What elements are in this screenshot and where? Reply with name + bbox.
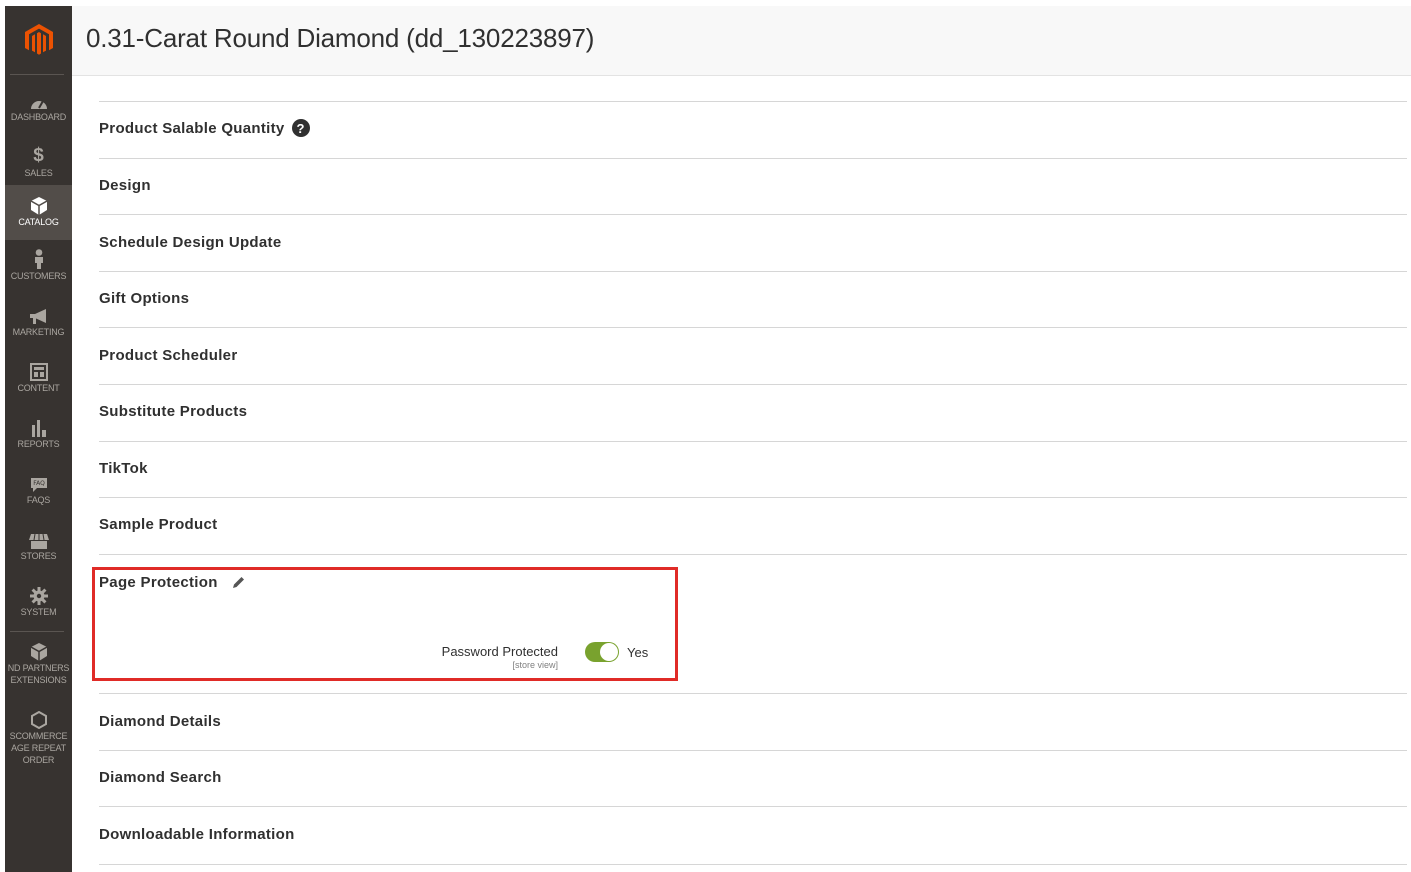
- gear-icon: [29, 585, 48, 605]
- help-icon[interactable]: ?: [291, 119, 310, 137]
- sidebar-item-catalog[interactable]: CATALOG: [5, 185, 72, 240]
- section-product-salable-quantity[interactable]: Product Salable Quantity ?: [99, 119, 310, 137]
- sidebar-item-repeat-order[interactable]: SCOMMERCE AGE REPEAT ORDER: [5, 702, 72, 772]
- sidebar-divider: [10, 631, 64, 632]
- highlight-annotation: [92, 567, 678, 681]
- sidebar-item-system[interactable]: SYSTEM: [5, 578, 72, 630]
- dashboard-icon: [30, 90, 48, 110]
- sidebar-item-label: MARKETING: [12, 327, 65, 337]
- sidebar-item-faqs[interactable]: FAQ FAQS: [5, 466, 72, 518]
- person-icon: [33, 249, 45, 269]
- sidebar-item-label: FAQS: [26, 495, 51, 505]
- section-divider: [99, 554, 1407, 555]
- section-divider: [99, 441, 1407, 442]
- section-divider: [99, 384, 1407, 385]
- sidebar-item-partners-extensions[interactable]: ND PARTNERS EXTENSIONS: [5, 634, 72, 694]
- section-product-scheduler[interactable]: Product Scheduler: [99, 347, 237, 364]
- sidebar-item-label: REPORTS: [17, 439, 60, 449]
- sidebar-item-label: CATALOG: [18, 217, 59, 227]
- section-divider: [99, 806, 1407, 807]
- faq-icon: FAQ: [30, 473, 48, 493]
- sidebar-item-marketing[interactable]: MARKETING: [5, 298, 72, 350]
- section-divider: [99, 864, 1407, 865]
- magento-logo-icon[interactable]: [5, 6, 72, 74]
- svg-text:FAQ: FAQ: [33, 480, 45, 487]
- section-title-label: Product Salable Quantity: [99, 119, 285, 137]
- sidebar-divider: [10, 74, 64, 75]
- sidebar-item-stores[interactable]: STORES: [5, 522, 72, 574]
- section-divider: [99, 271, 1407, 272]
- box-icon: [30, 641, 47, 661]
- section-sample-product[interactable]: Sample Product: [99, 516, 217, 533]
- sidebar-item-label: DASHBOARD: [10, 112, 67, 122]
- section-divider: [99, 158, 1407, 159]
- section-divider: [99, 214, 1407, 215]
- section-design[interactable]: Design: [99, 177, 151, 194]
- store-icon: [28, 529, 49, 549]
- sidebar-item-label: ND PARTNERS EXTENSIONS: [7, 663, 70, 685]
- section-substitute-products[interactable]: Substitute Products: [99, 403, 247, 420]
- section-schedule-design-update[interactable]: Schedule Design Update: [99, 234, 281, 251]
- section-diamond-search[interactable]: Diamond Search: [99, 769, 222, 786]
- sidebar-item-label: SYSTEM: [20, 607, 57, 617]
- section-divider: [99, 101, 1407, 102]
- section-diamond-details[interactable]: Diamond Details: [99, 713, 221, 730]
- sidebar-item-label: CONTENT: [17, 383, 60, 393]
- megaphone-icon: [29, 305, 49, 325]
- sidebar-item-label: CUSTOMERS: [10, 271, 67, 281]
- section-divider: [99, 497, 1407, 498]
- section-tiktok[interactable]: TikTok: [99, 460, 148, 477]
- dollar-icon: $: [33, 145, 44, 166]
- cube-icon: [30, 195, 47, 215]
- product-form-sections: Product in Websites Product Salable Quan…: [99, 0, 1411, 872]
- sidebar-item-sales[interactable]: $ SALES: [5, 139, 72, 189]
- page-title: 0.31-Carat Round Diamond (dd_130223897): [86, 23, 595, 53]
- admin-sidebar: DASHBOARD $ SALES CATALOG CUSTOMERS MARK…: [5, 6, 72, 872]
- sidebar-item-label: STORES: [20, 551, 57, 561]
- product-edit-page: DASHBOARD $ SALES CATALOG CUSTOMERS MARK…: [0, 0, 1411, 872]
- hexagon-icon: [30, 709, 47, 729]
- bar-chart-icon: [30, 417, 48, 437]
- section-gift-options[interactable]: Gift Options: [99, 290, 189, 307]
- page-header: 0.31-Carat Round Diamond (dd_130223897): [72, 6, 1411, 76]
- layout-icon: [29, 361, 48, 381]
- sidebar-item-label: SCOMMERCE AGE REPEAT ORDER: [9, 731, 68, 765]
- sidebar-item-dashboard[interactable]: DASHBOARD: [5, 83, 72, 133]
- section-downloadable-information[interactable]: Downloadable Information: [99, 826, 295, 843]
- sidebar-item-label: SALES: [24, 168, 53, 178]
- sidebar-item-content[interactable]: CONTENT: [5, 354, 72, 406]
- section-divider: [99, 327, 1407, 328]
- section-divider: [99, 750, 1407, 751]
- sidebar-item-customers[interactable]: CUSTOMERS: [5, 242, 72, 294]
- section-divider: [99, 693, 1407, 694]
- sidebar-item-reports[interactable]: REPORTS: [5, 410, 72, 462]
